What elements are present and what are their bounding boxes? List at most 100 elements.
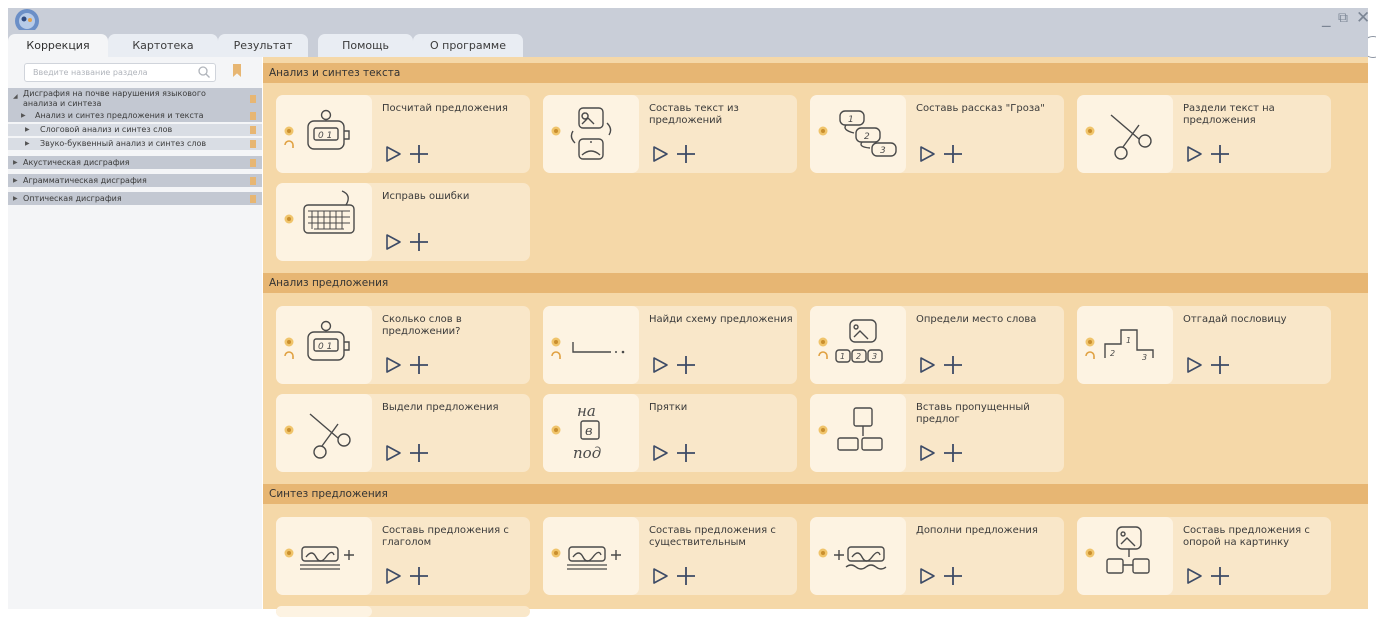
exercise-title: Найди схему предложения <box>649 314 793 325</box>
exercise-card[interactable]: Составь предложения с существительным <box>543 517 797 595</box>
play-icon[interactable] <box>918 444 936 462</box>
tree-item-optical[interactable]: ▶ Оптическая дисграфия <box>8 192 262 205</box>
play-icon[interactable] <box>384 567 402 585</box>
add-icon[interactable] <box>408 354 430 376</box>
exercise-card[interactable]: на в под Прятки <box>543 394 797 472</box>
add-icon[interactable] <box>408 565 430 587</box>
search-icon[interactable] <box>197 65 211 79</box>
exercise-card[interactable]: Вставь пропущенный предлог <box>810 394 1064 472</box>
counter-icon: 0 1 <box>284 320 350 361</box>
svg-text:2: 2 <box>1110 349 1115 358</box>
exercise-card[interactable]: 123 Составь рассказ "Гроза" <box>810 95 1064 173</box>
tree-item-dysgraphia-analysis[interactable]: ◢ Дисграфия на почве нарушения языкового… <box>8 88 262 110</box>
title-bar <box>8 8 1368 30</box>
tab-about[interactable]: О программе <box>413 34 523 57</box>
add-icon[interactable] <box>408 442 430 464</box>
tree-item-label: Акустическая дисграфия <box>23 158 130 167</box>
app-window: _ ⧉ ✕ Коррекция Картотека Результат Помо… <box>0 0 1376 617</box>
svg-text:0 1: 0 1 <box>318 342 332 352</box>
exercise-title: Выдели предложения <box>382 402 499 413</box>
handwriting-plus-icon <box>284 546 354 570</box>
tree-item-acoustic[interactable]: ▶ Акустическая дисграфия <box>8 156 262 169</box>
tree-item-agrammatic[interactable]: ▶ Аграмматическая дисграфия <box>8 174 262 187</box>
exercise-title: Исправь ошибки <box>382 191 470 202</box>
exercise-title: Дополни предложения <box>916 525 1038 536</box>
play-icon[interactable] <box>1185 567 1203 585</box>
play-icon[interactable] <box>918 145 936 163</box>
exercise-title: Раздели текст на предложения <box>1183 103 1275 126</box>
exercise-card[interactable]: 0 1 Посчитай предложения <box>276 95 530 173</box>
section-search-input[interactable]: Введите название раздела <box>24 63 216 82</box>
tree-item-label: Дисграфия на почве нарушения языкового а… <box>23 89 206 108</box>
minimize-button[interactable]: _ <box>1322 9 1331 27</box>
add-icon[interactable] <box>1209 143 1231 165</box>
svg-text:на: на <box>577 402 596 420</box>
tab-card-index[interactable]: Картотека <box>108 34 218 57</box>
svg-text:в: в <box>585 424 593 439</box>
tree-item-label: Звуко-буквенный анализ и синтез слов <box>40 139 207 148</box>
add-icon[interactable] <box>942 143 964 165</box>
exercise-card[interactable]: 1 2 3 Определи место слова <box>810 306 1064 384</box>
exercise-title: Отгадай пословицу <box>1183 314 1287 325</box>
play-icon[interactable] <box>384 356 402 374</box>
scissors-icon <box>1085 114 1152 160</box>
add-icon[interactable] <box>675 442 697 464</box>
add-icon[interactable] <box>675 143 697 165</box>
play-icon[interactable] <box>918 356 936 374</box>
add-icon[interactable] <box>675 565 697 587</box>
exercise-card[interactable]: Составь текст из предложений <box>543 95 797 173</box>
play-icon[interactable] <box>918 567 936 585</box>
exercise-card[interactable]: Раздели текст на предложения <box>1077 95 1331 173</box>
numbered-cards-icon: 123 <box>818 110 897 157</box>
svg-text:2: 2 <box>864 132 870 142</box>
add-icon[interactable] <box>408 231 430 253</box>
add-icon[interactable] <box>1209 565 1231 587</box>
exercise-card[interactable]: Выдели предложения <box>276 394 530 472</box>
svg-text:1: 1 <box>840 352 845 361</box>
add-icon[interactable] <box>1209 354 1231 376</box>
add-icon[interactable] <box>942 442 964 464</box>
tab-results[interactable]: Результат <box>218 34 308 57</box>
exercise-card[interactable]: 2 1 3 Отгадай пословицу <box>1077 306 1331 384</box>
svg-text:2: 2 <box>856 352 861 361</box>
tab-correction[interactable]: Коррекция <box>8 34 108 57</box>
play-icon[interactable] <box>651 356 669 374</box>
play-icon[interactable] <box>1185 356 1203 374</box>
play-icon[interactable] <box>651 145 669 163</box>
exercise-card[interactable]: Дополни предложения <box>810 517 1064 595</box>
sentence-scheme-icon <box>551 337 625 359</box>
keyboard-icon <box>284 190 355 234</box>
play-icon[interactable] <box>384 444 402 462</box>
add-icon[interactable] <box>675 354 697 376</box>
play-icon[interactable] <box>384 145 402 163</box>
exercise-title: Составь текст из предложений <box>649 103 739 126</box>
svg-text:3: 3 <box>1142 353 1147 362</box>
exercise-card[interactable]: 0 1 Сколько слов в предложении? <box>276 306 530 384</box>
exercise-title: Посчитай предложения <box>382 103 508 114</box>
tree-item-sentence-text[interactable]: ▶ Анализ и синтез предложения и текста <box>8 110 262 122</box>
exercise-card[interactable]: Исправь ошибки <box>276 183 530 261</box>
exercise-card-partial[interactable] <box>276 606 530 617</box>
add-icon[interactable] <box>942 565 964 587</box>
play-icon[interactable] <box>651 444 669 462</box>
play-icon[interactable] <box>384 233 402 251</box>
add-icon[interactable] <box>408 143 430 165</box>
tree-item-label: Аграмматическая дисграфия <box>23 176 147 185</box>
exercise-card[interactable]: Составь предложения с опорой на картинку <box>1077 517 1331 595</box>
exercise-title: Вставь пропущенный предлог <box>916 402 1030 425</box>
tree-item-syllable[interactable]: ▶ Слоговой анализ и синтез слов <box>8 124 262 136</box>
handwriting-icon: на в под <box>551 402 601 462</box>
svg-text:3: 3 <box>872 352 877 361</box>
svg-text:1: 1 <box>848 115 854 125</box>
exercise-title: Составь рассказ "Гроза" <box>916 103 1045 114</box>
exercise-card[interactable]: Найди схему предложения <box>543 306 797 384</box>
tree-item-sound-letter[interactable]: ▶ Звуко-буквенный анализ и синтез слов <box>8 138 262 150</box>
close-button[interactable]: ✕ <box>1356 9 1370 27</box>
restore-button[interactable]: ⧉ <box>1338 9 1348 27</box>
play-icon[interactable] <box>651 567 669 585</box>
exercise-card[interactable]: Составь предложения с глаголом <box>276 517 530 595</box>
play-icon[interactable] <box>1185 145 1203 163</box>
picture-numbers-icon: 1 2 3 <box>818 319 883 363</box>
add-icon[interactable] <box>942 354 964 376</box>
tab-help[interactable]: Помощь <box>318 34 413 57</box>
